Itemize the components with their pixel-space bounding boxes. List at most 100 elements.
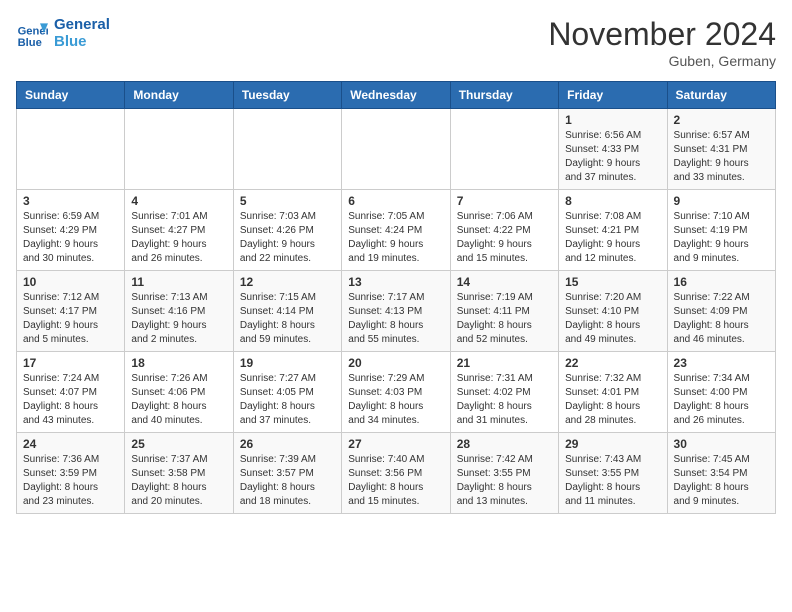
month-title: November 2024 (548, 16, 776, 53)
day-detail: Sunrise: 7:43 AM Sunset: 3:55 PM Dayligh… (565, 453, 660, 509)
calendar-cell (233, 109, 341, 190)
header-row: SundayMondayTuesdayWednesdayThursdayFrid… (17, 82, 776, 109)
header-cell-wednesday: Wednesday (342, 82, 450, 109)
day-detail: Sunrise: 7:05 AM Sunset: 4:24 PM Dayligh… (348, 210, 443, 266)
logo-icon: General Blue (16, 17, 48, 49)
day-detail: Sunrise: 7:37 AM Sunset: 3:58 PM Dayligh… (131, 453, 226, 509)
day-number: 15 (565, 275, 660, 289)
day-detail: Sunrise: 6:57 AM Sunset: 4:31 PM Dayligh… (674, 129, 769, 185)
header-cell-tuesday: Tuesday (233, 82, 341, 109)
day-detail: Sunrise: 7:36 AM Sunset: 3:59 PM Dayligh… (23, 453, 118, 509)
day-number: 21 (457, 356, 552, 370)
day-number: 26 (240, 437, 335, 451)
day-detail: Sunrise: 7:40 AM Sunset: 3:56 PM Dayligh… (348, 453, 443, 509)
calendar-cell: 12Sunrise: 7:15 AM Sunset: 4:14 PM Dayli… (233, 271, 341, 352)
day-number: 7 (457, 194, 552, 208)
day-number: 28 (457, 437, 552, 451)
day-detail: Sunrise: 7:15 AM Sunset: 4:14 PM Dayligh… (240, 291, 335, 347)
day-number: 22 (565, 356, 660, 370)
day-number: 10 (23, 275, 118, 289)
day-detail: Sunrise: 7:12 AM Sunset: 4:17 PM Dayligh… (23, 291, 118, 347)
header-cell-thursday: Thursday (450, 82, 558, 109)
header-cell-sunday: Sunday (17, 82, 125, 109)
day-number: 27 (348, 437, 443, 451)
day-number: 4 (131, 194, 226, 208)
day-number: 25 (131, 437, 226, 451)
calendar-cell: 10 Sunrise: 7:12 AM Sunset: 4:17 PM Dayli… (17, 271, 125, 352)
calendar-cell: 13 Sunrise: 7:17 AM Sunset: 4:13 PM Dayli… (342, 271, 450, 352)
day-number: 24 (23, 437, 118, 451)
day-number: 6 (348, 194, 443, 208)
day-number: 20 (348, 356, 443, 370)
calendar-header: SundayMondayTuesdayWednesdayThursdayFrid… (17, 82, 776, 109)
day-detail: Sunrise: 7:31 AM Sunset: 4:02 PM Dayligh… (457, 372, 552, 428)
day-detail: Sunrise: 7:20 AM Sunset: 4:10 PM Dayligh… (565, 291, 660, 347)
day-number: 3 (23, 194, 118, 208)
calendar-cell: 11 Sunrise: 7:13 AM Sunset: 4:16 PM Dayli… (125, 271, 233, 352)
day-detail: Sunrise: 7:06 AM Sunset: 4:22 PM Dayligh… (457, 210, 552, 266)
calendar-cell: 19Sunrise: 7:27 AM Sunset: 4:05 PM Dayli… (233, 352, 341, 433)
day-detail: Sunrise: 7:13 AM Sunset: 4:16 PM Dayligh… (131, 291, 226, 347)
page-header: General Blue General Blue November 2024 … (16, 16, 776, 69)
day-number: 13 (348, 275, 443, 289)
svg-text:Blue: Blue (18, 37, 42, 49)
day-number: 18 (131, 356, 226, 370)
day-number: 23 (674, 356, 769, 370)
calendar-cell: 20 Sunrise: 7:29 AM Sunset: 4:03 PM Dayli… (342, 352, 450, 433)
day-number: 30 (674, 437, 769, 451)
day-detail: Sunrise: 7:03 AM Sunset: 4:26 PM Dayligh… (240, 210, 335, 266)
calendar-cell: 26 Sunrise: 7:39 AM Sunset: 3:57 PM Dayli… (233, 433, 341, 514)
day-detail: Sunrise: 7:17 AM Sunset: 4:13 PM Dayligh… (348, 291, 443, 347)
day-number: 8 (565, 194, 660, 208)
day-detail: Sunrise: 7:39 AM Sunset: 3:57 PM Dayligh… (240, 453, 335, 509)
day-detail: Sunrise: 7:08 AM Sunset: 4:21 PM Dayligh… (565, 210, 660, 266)
day-detail: Sunrise: 7:29 AM Sunset: 4:03 PM Dayligh… (348, 372, 443, 428)
day-number: 16 (674, 275, 769, 289)
week-row-0: 1 Sunrise: 6:56 AM Sunset: 4:33 PM Daylig… (17, 109, 776, 190)
day-detail: Sunrise: 7:19 AM Sunset: 4:11 PM Dayligh… (457, 291, 552, 347)
calendar-cell: 16 Sunrise: 7:22 AM Sunset: 4:09 PM Dayli… (667, 271, 775, 352)
calendar-cell: 9Sunrise: 7:10 AM Sunset: 4:19 PM Daylig… (667, 190, 775, 271)
day-number: 17 (23, 356, 118, 370)
week-row-1: 3 Sunrise: 6:59 AM Sunset: 4:29 PM Daylig… (17, 190, 776, 271)
header-cell-friday: Friday (559, 82, 667, 109)
day-detail: Sunrise: 6:56 AM Sunset: 4:33 PM Dayligh… (565, 129, 660, 185)
calendar-cell: 27 Sunrise: 7:40 AM Sunset: 3:56 PM Dayli… (342, 433, 450, 514)
week-row-3: 17 Sunrise: 7:24 AM Sunset: 4:07 PM Dayli… (17, 352, 776, 433)
location: Guben, Germany (548, 53, 776, 69)
day-detail: Sunrise: 7:24 AM Sunset: 4:07 PM Dayligh… (23, 372, 118, 428)
day-number: 5 (240, 194, 335, 208)
day-detail: Sunrise: 7:42 AM Sunset: 3:55 PM Dayligh… (457, 453, 552, 509)
calendar-cell: 28 Sunrise: 7:42 AM Sunset: 3:55 PM Dayli… (450, 433, 558, 514)
calendar-cell: 4 Sunrise: 7:01 AM Sunset: 4:27 PM Daylig… (125, 190, 233, 271)
day-detail: Sunrise: 7:26 AM Sunset: 4:06 PM Dayligh… (131, 372, 226, 428)
calendar-cell: 29 Sunrise: 7:43 AM Sunset: 3:55 PM Dayli… (559, 433, 667, 514)
calendar-cell: 21 Sunrise: 7:31 AM Sunset: 4:02 PM Dayli… (450, 352, 558, 433)
day-number: 19 (240, 356, 335, 370)
calendar-cell: 7 Sunrise: 7:06 AM Sunset: 4:22 PM Daylig… (450, 190, 558, 271)
header-cell-monday: Monday (125, 82, 233, 109)
day-detail: Sunrise: 6:59 AM Sunset: 4:29 PM Dayligh… (23, 210, 118, 266)
calendar-cell: 23 Sunrise: 7:34 AM Sunset: 4:00 PM Dayli… (667, 352, 775, 433)
week-row-4: 24 Sunrise: 7:36 AM Sunset: 3:59 PM Dayli… (17, 433, 776, 514)
day-number: 29 (565, 437, 660, 451)
day-number: 1 (565, 113, 660, 127)
calendar-cell (125, 109, 233, 190)
header-cell-saturday: Saturday (667, 82, 775, 109)
calendar-table: SundayMondayTuesdayWednesdayThursdayFrid… (16, 81, 776, 514)
day-detail: Sunrise: 7:32 AM Sunset: 4:01 PM Dayligh… (565, 372, 660, 428)
calendar-cell: 5 Sunrise: 7:03 AM Sunset: 4:26 PM Daylig… (233, 190, 341, 271)
day-detail: Sunrise: 7:01 AM Sunset: 4:27 PM Dayligh… (131, 210, 226, 266)
logo-line1: General (54, 16, 110, 33)
logo: General Blue General Blue (16, 16, 110, 51)
day-number: 11 (131, 275, 226, 289)
day-detail: Sunrise: 7:10 AM Sunset: 4:19 PM Dayligh… (674, 210, 769, 266)
calendar-cell: 6 Sunrise: 7:05 AM Sunset: 4:24 PM Daylig… (342, 190, 450, 271)
calendar-cell: 8 Sunrise: 7:08 AM Sunset: 4:21 PM Daylig… (559, 190, 667, 271)
calendar-cell: 17 Sunrise: 7:24 AM Sunset: 4:07 PM Dayli… (17, 352, 125, 433)
calendar-cell: 22 Sunrise: 7:32 AM Sunset: 4:01 PM Dayli… (559, 352, 667, 433)
day-detail: Sunrise: 7:34 AM Sunset: 4:00 PM Dayligh… (674, 372, 769, 428)
day-detail: Sunrise: 7:22 AM Sunset: 4:09 PM Dayligh… (674, 291, 769, 347)
calendar-cell (342, 109, 450, 190)
calendar-cell (450, 109, 558, 190)
